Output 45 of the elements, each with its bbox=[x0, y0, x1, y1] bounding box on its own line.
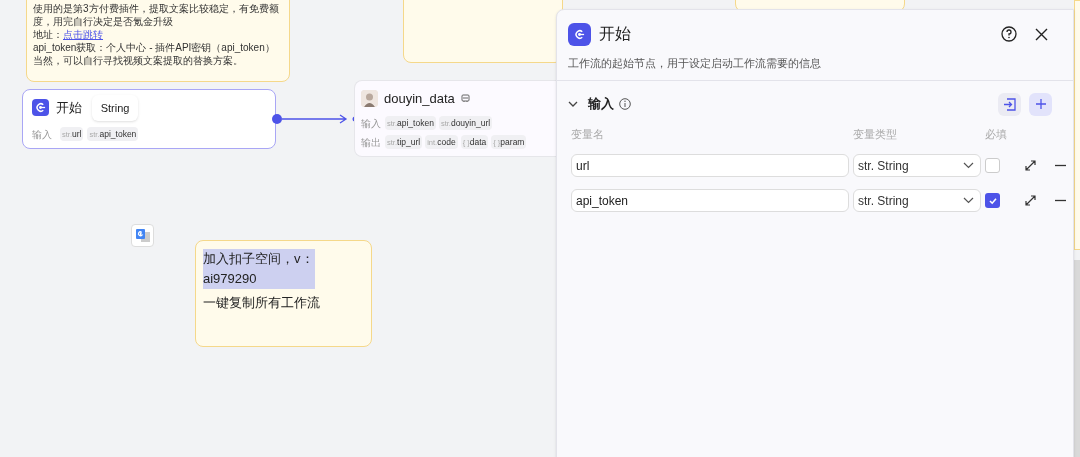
info-icon[interactable] bbox=[619, 98, 631, 110]
checkbox[interactable] bbox=[985, 193, 1000, 208]
note-text: 使用的是第3方付费插件，提取文案比较稳定，有免费额度，用完自行决定是否氪金升级 bbox=[33, 2, 280, 28]
node-icon bbox=[32, 99, 49, 117]
note-text: 一键复制所有工作流 bbox=[203, 294, 321, 312]
add-button[interactable] bbox=[1029, 92, 1052, 116]
panel-title: 开始 bbox=[599, 24, 631, 44]
close-icon[interactable] bbox=[1035, 27, 1048, 41]
input-field[interactable]: api_token bbox=[571, 189, 849, 212]
column-header: 变量类型 bbox=[853, 126, 898, 142]
translate-icon[interactable] bbox=[131, 224, 154, 247]
expand-icon[interactable] bbox=[1025, 160, 1036, 171]
plus-icon bbox=[1034, 98, 1047, 110]
note-text: api_token获取：个人中心 - 插件API密钥（api_token） bbox=[33, 41, 276, 54]
plugin-icon bbox=[460, 94, 470, 104]
note-text: 当然，可以自行寻找视频文案提取的替换方案。 bbox=[33, 54, 244, 67]
column-header: 变量名 bbox=[571, 126, 605, 142]
import-icon bbox=[1003, 97, 1016, 111]
remove-icon[interactable] bbox=[1055, 164, 1066, 167]
node-title: douyin_data bbox=[384, 90, 455, 108]
type-dropdown[interactable]: str. String bbox=[853, 154, 981, 177]
checkbox[interactable] bbox=[985, 158, 1000, 173]
chevron-icon[interactable] bbox=[568, 100, 578, 108]
input-field[interactable]: url bbox=[571, 154, 849, 177]
remove-icon[interactable] bbox=[1055, 199, 1066, 202]
expand-icon[interactable] bbox=[1025, 195, 1036, 206]
column-header: 必填 bbox=[985, 126, 1008, 142]
note-text: 加入扣子空间，v：ai979290 bbox=[203, 249, 315, 289]
caret-icon bbox=[963, 162, 974, 169]
field-label: 输出 bbox=[361, 135, 381, 150]
import-button[interactable] bbox=[998, 92, 1021, 116]
section-title: 输入 bbox=[588, 95, 614, 114]
help-icon[interactable] bbox=[1001, 26, 1017, 42]
field-label: 输入 bbox=[32, 127, 52, 142]
panel-description: 工作流的起始节点，用于设定启动工作流需要的信息 bbox=[557, 55, 1073, 81]
link[interactable]: 点击跳转 bbox=[63, 28, 103, 41]
avatar bbox=[361, 90, 378, 108]
node-title: 开始 bbox=[56, 99, 82, 117]
node-icon bbox=[568, 22, 591, 46]
field-label: 输入 bbox=[361, 116, 381, 131]
check-icon bbox=[987, 195, 998, 206]
tooltip: String bbox=[92, 95, 138, 121]
caret-icon bbox=[963, 197, 974, 204]
note-text: 地址： bbox=[33, 28, 63, 41]
type-dropdown[interactable]: str. String bbox=[853, 189, 981, 212]
